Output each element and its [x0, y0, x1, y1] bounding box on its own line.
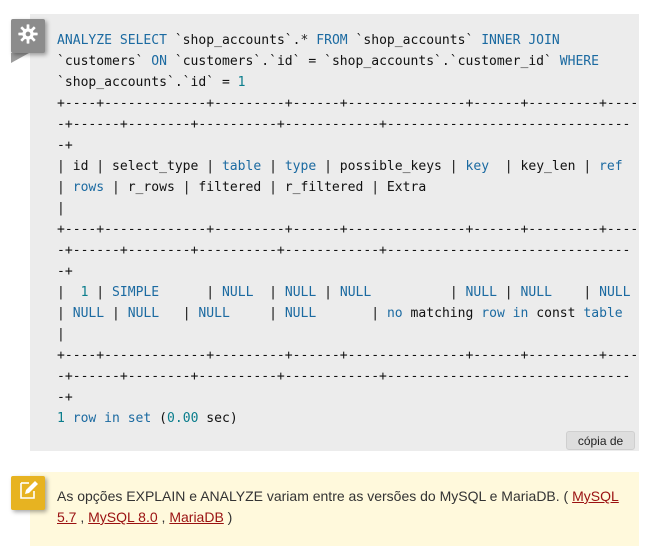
code-token: NULL	[520, 285, 552, 300]
code-token: `shop_accounts`	[355, 33, 482, 48]
code-token: type	[284, 159, 317, 174]
code-line: | NULL | NULL | NULL | NULL | no matchin…	[57, 306, 623, 321]
note-badge	[11, 476, 45, 510]
code-token: |	[57, 327, 65, 342]
code-token: | key_len |	[489, 159, 600, 174]
code-token: 1	[237, 75, 246, 90]
link-mysql-8-0[interactable]: MySQL 8.0	[88, 509, 158, 525]
code-token: row	[481, 306, 505, 321]
code-token: ref	[599, 159, 623, 174]
code-token: |	[371, 285, 466, 300]
code-token: |	[551, 285, 600, 300]
code-token: |	[253, 285, 285, 300]
gear-icon	[17, 23, 39, 50]
code-line: ANALYZE SELECT `shop_accounts`.* FROM `s…	[57, 33, 560, 48]
code-token: -+------+--------+----------+-----------…	[57, 117, 631, 132]
link-mariadb[interactable]: MariaDB	[169, 509, 223, 525]
code-token: `shop_accounts`.	[174, 33, 301, 48]
code-token: rows	[72, 180, 105, 195]
code-line: `shop_accounts`.`id` = 1	[57, 75, 246, 90]
code-line: -+------+--------+----------+-----------…	[57, 243, 630, 258]
code-token: const	[528, 306, 584, 321]
code-token: `shop_accounts`.`id` =	[57, 75, 238, 90]
code-line: | rows | r_rows | filtered | r_filtered …	[57, 180, 426, 195]
code-token: -+	[57, 390, 73, 405]
code-token: 0.00	[167, 411, 199, 426]
code-token: NULL	[198, 306, 230, 321]
code-token: NULL	[339, 285, 372, 300]
code-token: +----+-------------+---------+------+---…	[57, 222, 639, 237]
code-line: | id | select_type | table | type | poss…	[57, 159, 623, 174]
code-line: `customers` ON `customers`.`id` = `shop_…	[57, 54, 599, 69]
code-token: `customers`.`id` = `shop_accounts`.`cust…	[174, 54, 560, 69]
code-line: 1 row in set (0.00 sec)	[57, 411, 238, 426]
code-token: |	[57, 180, 73, 195]
code-token: NULL	[222, 285, 254, 300]
code-line: |	[57, 327, 65, 342]
code-line: -+	[57, 264, 73, 279]
code-token: |	[159, 285, 222, 300]
code-token: -+	[57, 138, 73, 153]
code-token: | r_rows | filtered | r_filtered | Extra	[104, 180, 427, 195]
code-token: ANALYZE SELECT	[57, 33, 175, 48]
code-token: |	[316, 306, 387, 321]
code-line: +----+-------------+---------+------+---…	[57, 96, 638, 111]
code-token: row in set	[72, 411, 152, 426]
code-token: in	[512, 306, 529, 321]
code-token: |	[104, 306, 128, 321]
code-token: INNER JOIN	[481, 33, 560, 48]
code-token: | id | select_type |	[57, 159, 222, 174]
code-badge	[11, 19, 45, 53]
copy-button[interactable]: cópia de	[566, 431, 635, 450]
code-token: no	[386, 306, 403, 321]
code-token: (	[151, 411, 167, 426]
code-token: -+	[57, 264, 73, 279]
code-token: NULL	[599, 285, 631, 300]
code-token: table	[583, 306, 623, 321]
code-token: `customers`	[57, 54, 152, 69]
code-token: NULL	[284, 285, 317, 300]
code-line: -+	[57, 138, 73, 153]
code-line: +----+-------------+---------+------+---…	[57, 348, 638, 363]
code-line: -+	[57, 390, 73, 405]
code-token: |	[88, 285, 113, 300]
code-token: 1	[57, 411, 65, 426]
code-line: |	[57, 201, 65, 216]
code-token: |	[316, 285, 340, 300]
code-line: +----+-------------+---------+------+---…	[57, 222, 638, 237]
code-line: -+------+--------+----------+-----------…	[57, 117, 630, 132]
pencil-icon	[16, 479, 40, 508]
code-token: -+------+--------+----------+-----------…	[57, 369, 631, 384]
code-token: FROM	[308, 33, 356, 48]
sql-code-block: ANALYZE SELECT `shop_accounts`.* FROM `s…	[57, 30, 638, 429]
code-token: +----+-------------+---------+------+---…	[57, 348, 639, 363]
code-token: |	[261, 159, 285, 174]
code-token: -+------+--------+----------+-----------…	[57, 243, 631, 258]
version-note: As opções EXPLAIN e ANALYZE variam entre…	[57, 488, 619, 525]
code-token: NULL	[284, 306, 317, 321]
code-token: | possible_keys |	[316, 159, 466, 174]
code-token: NULL	[127, 306, 160, 321]
code-token: NULL	[72, 306, 105, 321]
code-token: |	[57, 306, 73, 321]
code-token: SIMPLE	[112, 285, 160, 300]
code-token: NULL	[465, 285, 497, 300]
code-token: +----+-------------+---------+------+---…	[57, 96, 639, 111]
code-token: |	[57, 285, 81, 300]
code-token: |	[229, 306, 285, 321]
code-token: table	[221, 159, 262, 174]
code-token: key	[465, 159, 490, 174]
code-line: | 1 | SIMPLE | NULL | NULL | NULL | NULL…	[57, 285, 631, 300]
code-token: |	[159, 306, 199, 321]
code-token: sec)	[198, 411, 238, 426]
code-line: -+------+--------+----------+-----------…	[57, 369, 630, 384]
code-token: matching	[402, 306, 482, 321]
code-token: ON	[151, 54, 175, 69]
code-token: |	[57, 201, 65, 216]
code-token: WHERE	[559, 54, 600, 69]
code-token: |	[496, 285, 521, 300]
